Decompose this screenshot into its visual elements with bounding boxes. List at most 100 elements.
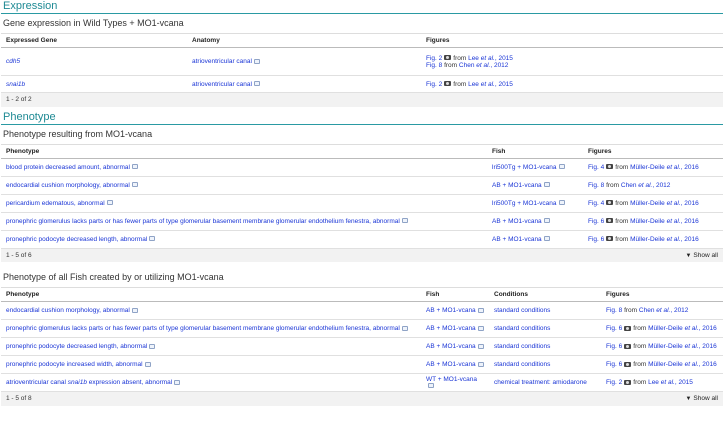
fish-link[interactable]: WT + MO1-vcana [426, 376, 477, 383]
term-info-icon[interactable] [149, 343, 156, 349]
phenotype-link[interactable]: pericardium edematous, abnormal [6, 200, 105, 207]
condition-link[interactable]: chemical treatment: amiodarone [494, 379, 587, 386]
term-info-icon[interactable] [149, 236, 156, 242]
phenotype-link[interactable]: pronephric podocyte decreased length, ab… [6, 236, 147, 243]
phenotype-link[interactable]: atrioventricular canal snai1b expression… [6, 379, 172, 386]
col-header[interactable]: Anatomy [187, 33, 421, 48]
col-header[interactable]: Expressed Gene [1, 33, 187, 48]
fish-link[interactable]: AB + MO1-vcana [492, 182, 542, 189]
fish-link[interactable]: AB + MO1-vcana [426, 307, 476, 314]
publication-link[interactable]: Lee et al., 2015 [468, 55, 513, 62]
fish-link[interactable]: lri500Tg + MO1-vcana [492, 200, 557, 207]
term-info-icon[interactable] [131, 307, 138, 313]
fish-info-icon[interactable] [428, 383, 434, 389]
figure-link[interactable]: Fig. 4 [588, 164, 604, 171]
term-info-icon[interactable] [174, 379, 181, 385]
fish-link[interactable]: AB + MO1-vcana [426, 343, 476, 350]
term-info-icon[interactable] [401, 325, 408, 331]
col-header[interactable]: Fish [421, 287, 489, 302]
show-all-button[interactable]: ▼ Show all [685, 395, 718, 402]
term-info-icon[interactable] [106, 200, 113, 206]
fish-info-icon[interactable] [543, 218, 550, 224]
publication-link[interactable]: Müller-Deile et al., 2016 [648, 343, 717, 350]
camera-icon [624, 379, 632, 385]
figure-link[interactable]: Fig. 6 [606, 361, 622, 368]
col-header[interactable]: Figures [601, 287, 723, 302]
fish-link[interactable]: AB + MO1-vcana [426, 361, 476, 368]
term-info-icon[interactable] [253, 58, 260, 64]
col-header[interactable]: Fish [487, 143, 583, 159]
col-header[interactable]: Phenotype [1, 143, 487, 159]
condition-link[interactable]: standard conditions [494, 361, 550, 368]
publication-link[interactable]: Müller-Deile et al., 2016 [648, 325, 717, 332]
term-info-icon[interactable] [253, 81, 260, 87]
term-info-icon[interactable] [131, 182, 138, 188]
fish-info-icon[interactable] [558, 164, 565, 170]
show-all-button[interactable]: ▼ Show all [685, 252, 718, 259]
fish-info-icon[interactable] [477, 343, 484, 349]
publication-link[interactable]: Müller-Deile et al., 2016 [630, 164, 699, 171]
fish-info-icon[interactable] [477, 307, 484, 313]
term-info-icon[interactable] [401, 218, 408, 224]
figure-link[interactable]: Fig. 6 [606, 343, 622, 350]
author-text: Chen [620, 181, 637, 189]
publication-link[interactable]: Chen et al., 2012 [459, 62, 509, 69]
fish-link[interactable]: lri500Tg + MO1-vcana [492, 164, 557, 171]
fish-info-icon[interactable] [477, 361, 484, 367]
gene-link[interactable]: cdh5 [6, 58, 20, 65]
col-header[interactable]: Conditions [489, 287, 601, 302]
author-text: Lee [468, 54, 479, 62]
col-header[interactable]: Phenotype [1, 287, 421, 302]
fish-link[interactable]: AB + MO1-vcana [426, 325, 476, 332]
condition-link[interactable]: standard conditions [494, 325, 550, 332]
phenotype-link[interactable]: pronephric podocyte decreased length, ab… [6, 343, 147, 350]
etal-text: et al. [684, 343, 699, 350]
publication-link[interactable]: Müller-Deile et al., 2016 [648, 361, 717, 368]
condition-link[interactable]: standard conditions [494, 343, 550, 350]
etal-text: et al. [666, 235, 681, 243]
col-header[interactable]: Figures [421, 33, 723, 48]
condition-link[interactable]: standard conditions [494, 307, 550, 314]
term-info-icon[interactable] [144, 361, 151, 367]
phenotype-link[interactable]: blood protein decreased amount, abnormal [6, 164, 130, 171]
phenotype-link[interactable]: endocardial cushion morphology, abnormal [6, 182, 130, 189]
figure-link[interactable]: Fig. 8 [606, 307, 622, 314]
phenotype-link[interactable]: pronephric glomerulus lacks parts or has… [6, 325, 400, 332]
camera-icon [444, 55, 452, 61]
fish-info-icon[interactable] [543, 236, 550, 242]
figure-link[interactable]: Fig. 6 [606, 325, 622, 332]
publication-link[interactable]: Müller-Deile et al., 2016 [630, 218, 699, 225]
publication-link[interactable]: Müller-Deile et al., 2016 [630, 236, 699, 243]
gene-link[interactable]: snai1b [6, 81, 25, 88]
expression-section: Expression Gene expression in Wild Types… [0, 0, 724, 107]
figure-link[interactable]: Fig. 2 [426, 81, 442, 88]
phenotype-link[interactable]: pronephric glomerulus lacks parts or has… [6, 218, 400, 225]
figure-link[interactable]: Fig. 8 [426, 62, 442, 69]
fish-info-icon[interactable] [558, 200, 565, 206]
publication-link[interactable]: Müller-Deile et al., 2016 [630, 200, 699, 207]
publication-link[interactable]: Chen et al., 2012 [621, 182, 671, 189]
etal-text: et al. [684, 325, 699, 332]
phenotype-link[interactable]: endocardial cushion morphology, abnormal [6, 307, 130, 314]
phenotype-link[interactable]: pronephric podocyte increased width, abn… [6, 361, 143, 368]
figure-link[interactable]: Fig. 2 [426, 55, 442, 62]
fish-info-icon[interactable] [477, 325, 484, 331]
figure-link[interactable]: Fig. 6 [588, 218, 604, 225]
chevron-down-icon: ▼ [685, 252, 692, 259]
figure-link[interactable]: Fig. 4 [588, 200, 604, 207]
figure-link[interactable]: Fig. 2 [606, 379, 622, 386]
fish-link[interactable]: AB + MO1-vcana [492, 218, 542, 225]
figure-link[interactable]: Fig. 8 [588, 182, 604, 189]
col-header[interactable]: Figures [583, 143, 723, 159]
figure-link[interactable]: Fig. 6 [588, 236, 604, 243]
anatomy-link[interactable]: atrioventricular canal [192, 58, 252, 65]
anatomy-link[interactable]: atrioventricular canal [192, 81, 252, 88]
table-footer: 1 - 2 of 2 [1, 92, 723, 107]
publication-link[interactable]: Lee et al., 2015 [468, 81, 513, 88]
term-info-icon[interactable] [131, 164, 138, 170]
fish-info-icon[interactable] [543, 182, 550, 188]
publication-link[interactable]: Lee et al., 2015 [648, 379, 693, 386]
publication-link[interactable]: Chen et al., 2012 [639, 307, 689, 314]
fish-link[interactable]: AB + MO1-vcana [492, 236, 542, 243]
year-text: , 2016 [680, 235, 699, 243]
